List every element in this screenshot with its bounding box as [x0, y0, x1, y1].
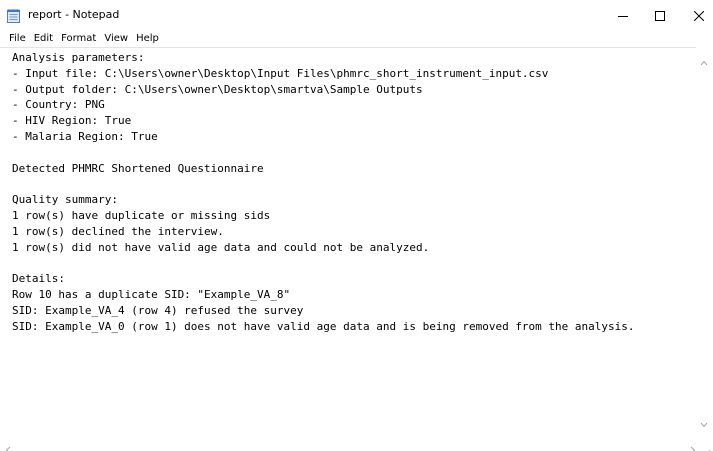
size-grip-icon[interactable] [703, 441, 711, 451]
text-line: Quality summary: [12, 193, 118, 207]
text-line: - Country: PNG [12, 98, 105, 112]
text-line [12, 176, 692, 192]
text-line [12, 255, 692, 271]
scroll-up-arrow-icon[interactable] [700, 51, 708, 70]
scroll-left-arrow-icon[interactable] [5, 439, 11, 451]
text-line: - Malaria Region: True [12, 129, 158, 143]
vertical-scrollbar[interactable] [696, 47, 713, 436]
text-line: 1 row(s) have duplicate or missing sids [12, 208, 271, 222]
scroll-right-arrow-icon[interactable] [690, 439, 696, 451]
notepad-icon [7, 8, 20, 23]
menu-edit[interactable]: Edit [30, 30, 57, 47]
notepad-window: report - Notepad File Edit Format View H… [0, 0, 713, 451]
minimize-icon [618, 6, 628, 25]
title-bar[interactable]: report - Notepad [0, 0, 713, 30]
scroll-down-arrow-icon[interactable] [700, 413, 708, 432]
document-text[interactable]: Analysis parameters: - Input file: C:\Us… [12, 50, 692, 334]
menu-format[interactable]: Format [57, 30, 100, 47]
text-line: - HIV Region: True [12, 114, 132, 128]
text-line: Row 10 has a duplicate SID: "Example_VA_… [12, 287, 291, 301]
text-line: SID: Example_VA_4 (row 4) refused the su… [12, 303, 304, 317]
text-line: - Input file: C:\Users\owner\Desktop\Inp… [12, 66, 549, 80]
text-line [12, 145, 692, 161]
close-button[interactable] [676, 0, 713, 30]
maximize-icon [655, 6, 665, 25]
text-line: SID: Example_VA_0 (row 1) does not have … [12, 319, 635, 333]
text-line: 1 row(s) did not have valid age data and… [12, 240, 430, 254]
window-title: report - Notepad [28, 8, 120, 21]
text-line: - Output folder: C:\Users\owner\Desktop\… [12, 82, 423, 96]
menu-view[interactable]: View [100, 30, 132, 47]
text-editor[interactable]: Analysis parameters: - Input file: C:\Us… [0, 47, 713, 436]
text-line: 1 row(s) declined the interview. [12, 224, 224, 238]
text-line: Details: [12, 272, 65, 286]
horizontal-scrollbar[interactable] [0, 436, 713, 451]
text-line: Detected PHMRC Shortened Questionnaire [12, 161, 264, 175]
menu-help[interactable]: Help [132, 30, 163, 47]
close-icon [693, 6, 705, 25]
text-line: Analysis parameters: [12, 51, 145, 64]
menu-file[interactable]: File [5, 30, 30, 47]
menu-bar: File Edit Format View Help [0, 30, 713, 47]
